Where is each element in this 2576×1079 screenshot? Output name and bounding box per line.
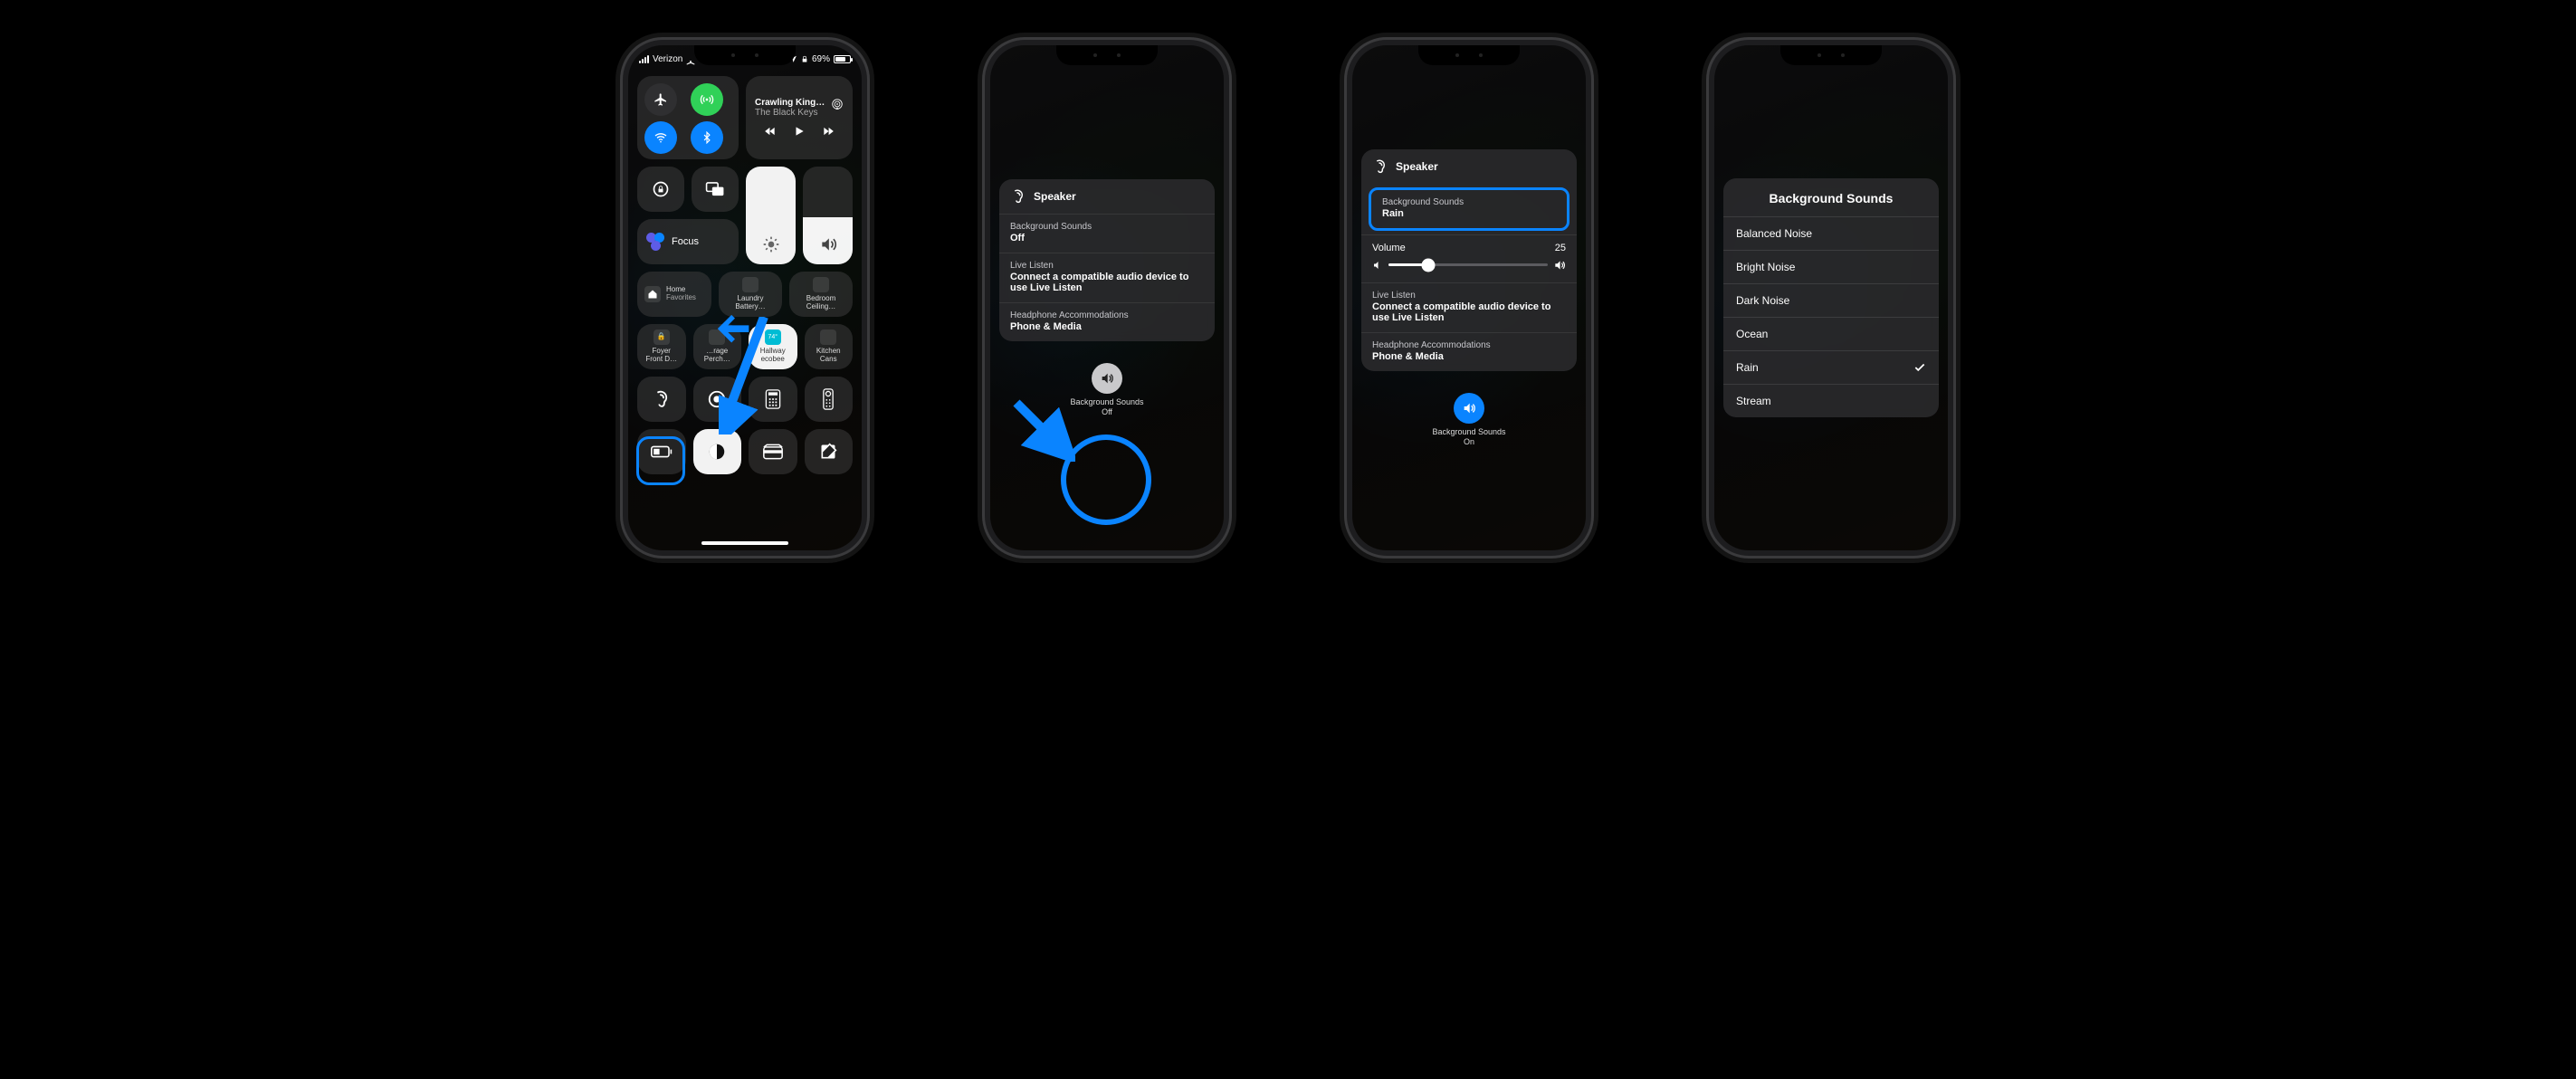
speaker-icon bbox=[1454, 393, 1484, 424]
ear-icon bbox=[1010, 188, 1026, 205]
accessory-icon bbox=[813, 277, 829, 292]
volume-slider-row[interactable] bbox=[1361, 255, 1577, 282]
battery-icon bbox=[834, 55, 851, 63]
sound-option[interactable]: Stream bbox=[1723, 384, 1939, 417]
volume-label: Volume bbox=[1372, 243, 1406, 253]
sound-option[interactable]: Dark Noise bbox=[1723, 283, 1939, 317]
airplane-mode-button[interactable] bbox=[644, 83, 677, 116]
remote-button[interactable] bbox=[805, 377, 854, 422]
sound-option[interactable]: Rain bbox=[1723, 350, 1939, 384]
carrier-label: Verizon bbox=[653, 54, 682, 64]
notch bbox=[694, 45, 796, 65]
rewind-icon[interactable] bbox=[763, 125, 778, 138]
background-sounds-toggle[interactable]: Background SoundsOff bbox=[1070, 363, 1143, 417]
home-accessory-tile[interactable]: LaundryBattery… bbox=[719, 272, 782, 317]
sound-option-label: Dark Noise bbox=[1736, 294, 1789, 307]
phone-hearing-on: Speaker Background Sounds Rain Volume 25 bbox=[1347, 40, 1591, 556]
wallet-button[interactable] bbox=[749, 429, 797, 474]
headphone-accommodations-row[interactable]: Headphone Accommodations Phone & Media bbox=[999, 302, 1215, 341]
sound-option-label: Bright Noise bbox=[1736, 261, 1795, 273]
connectivity-module[interactable] bbox=[637, 76, 739, 159]
lock-icon bbox=[801, 55, 808, 63]
accessory-icon bbox=[742, 277, 758, 292]
home-tile[interactable]: HomeFavorites bbox=[637, 272, 711, 317]
phone-sound-picker: Background Sounds Balanced Noise Bright … bbox=[1709, 40, 1953, 556]
home-icon bbox=[644, 286, 661, 302]
panel-header: Speaker bbox=[1361, 149, 1577, 184]
dark-mode-button[interactable] bbox=[693, 429, 742, 474]
sound-option[interactable]: Bright Noise bbox=[1723, 250, 1939, 283]
background-sounds-row[interactable]: Background Sounds Rain bbox=[1371, 190, 1567, 228]
sound-option[interactable]: Balanced Noise bbox=[1723, 216, 1939, 250]
home-accessory-tile[interactable]: BedroomCeiling… bbox=[789, 272, 853, 317]
home-accessory-tile[interactable]: KitchenCans bbox=[805, 324, 854, 369]
orientation-lock-button[interactable] bbox=[637, 167, 684, 212]
track-title: Crawling King… bbox=[755, 98, 825, 108]
sound-option-label: Stream bbox=[1736, 395, 1771, 407]
low-power-button[interactable] bbox=[637, 429, 686, 474]
home-accessory-tile[interactable]: …ragePerch… bbox=[693, 324, 742, 369]
volume-value: 25 bbox=[1555, 243, 1566, 253]
highlight-background-sounds: Background Sounds Rain bbox=[1369, 187, 1569, 231]
headphone-accommodations-row[interactable]: Headphone Accommodations Phone & Media bbox=[1361, 332, 1577, 371]
panel-title: Background Sounds bbox=[1723, 178, 1939, 216]
live-listen-row: Live Listen Connect a compatible audio d… bbox=[999, 253, 1215, 302]
phone-control-center: Verizon 69% bbox=[623, 40, 867, 556]
accessory-icon bbox=[820, 329, 836, 345]
calculator-button[interactable] bbox=[749, 377, 797, 422]
home-accessory-tile[interactable]: 74° Hallwayecobee bbox=[749, 324, 797, 369]
notch bbox=[1780, 45, 1882, 65]
home-accessory-tile[interactable]: 🔒 FoyerFront D… bbox=[637, 324, 686, 369]
volume-low-icon bbox=[1372, 260, 1383, 271]
background-sounds-row[interactable]: Background Sounds Off bbox=[999, 214, 1215, 253]
focus-label: Focus bbox=[672, 236, 699, 247]
cellular-bars-icon bbox=[639, 55, 649, 63]
checkmark-icon bbox=[1913, 361, 1926, 374]
forward-icon[interactable] bbox=[821, 125, 835, 138]
hearing-panel: Speaker Background Sounds Rain Volume 25 bbox=[1361, 149, 1577, 371]
battery-pct: 69% bbox=[812, 54, 830, 64]
volume-row: Volume 25 bbox=[1361, 234, 1577, 255]
bluetooth-button[interactable] bbox=[691, 121, 723, 154]
live-listen-row: Live Listen Connect a compatible audio d… bbox=[1361, 282, 1577, 332]
panel-header-label: Speaker bbox=[1034, 190, 1076, 203]
airplay-icon[interactable] bbox=[831, 98, 844, 110]
wifi-icon bbox=[686, 54, 695, 63]
sounds-list-panel: Background Sounds Balanced Noise Bright … bbox=[1723, 178, 1939, 417]
cellular-data-button[interactable] bbox=[691, 83, 723, 116]
thermostat-icon: 74° bbox=[765, 329, 781, 345]
wifi-button[interactable] bbox=[644, 121, 677, 154]
notch bbox=[1418, 45, 1520, 65]
panel-header: Speaker bbox=[999, 179, 1215, 214]
sound-option[interactable]: Ocean bbox=[1723, 317, 1939, 350]
brightness-slider[interactable] bbox=[746, 167, 796, 264]
lock-icon: 🔒 bbox=[654, 329, 670, 345]
volume-high-icon bbox=[1553, 259, 1566, 272]
notes-button[interactable] bbox=[805, 429, 854, 474]
notch bbox=[1056, 45, 1158, 65]
accessory-icon bbox=[709, 329, 725, 345]
home-indicator[interactable] bbox=[701, 541, 788, 545]
now-playing-module[interactable]: Crawling King… The Black Keys bbox=[746, 76, 853, 159]
focus-button[interactable]: Focus bbox=[637, 219, 739, 264]
sound-option-label: Rain bbox=[1736, 361, 1759, 374]
sound-option-label: Ocean bbox=[1736, 328, 1768, 340]
background-sounds-toggle[interactable]: Background SoundsOn bbox=[1432, 393, 1505, 447]
panel-header-label: Speaker bbox=[1396, 160, 1438, 173]
screen-record-button[interactable] bbox=[693, 377, 742, 422]
ear-icon bbox=[1372, 158, 1388, 175]
play-icon[interactable] bbox=[793, 125, 806, 138]
volume-slider[interactable] bbox=[803, 167, 853, 264]
track-artist: The Black Keys bbox=[755, 108, 825, 118]
sound-option-label: Balanced Noise bbox=[1736, 227, 1812, 240]
speaker-icon bbox=[1092, 363, 1122, 394]
hearing-button[interactable] bbox=[637, 377, 686, 422]
phone-hearing-off: Speaker Background Sounds Off Live Liste… bbox=[985, 40, 1229, 556]
screen-mirroring-button[interactable] bbox=[692, 167, 739, 212]
hearing-panel: Speaker Background Sounds Off Live Liste… bbox=[999, 179, 1215, 341]
